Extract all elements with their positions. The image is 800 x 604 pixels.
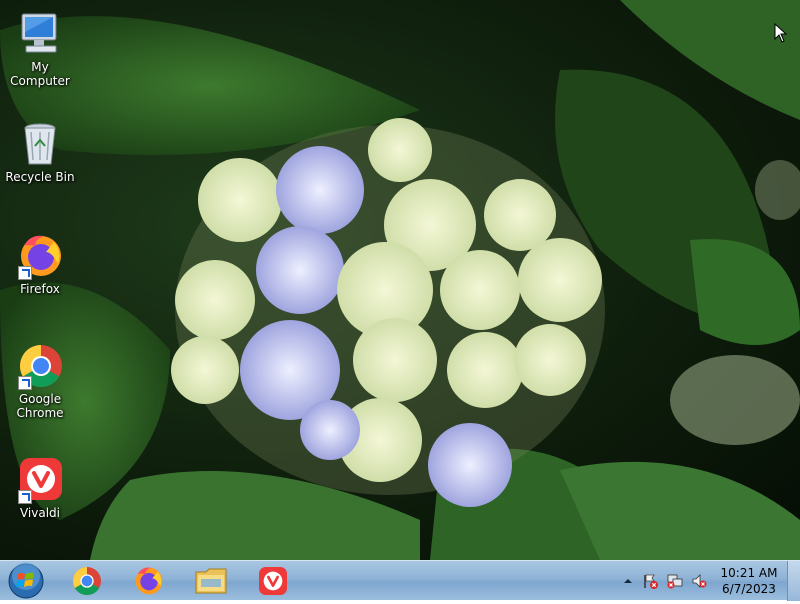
taskbar-firefox-button[interactable] — [123, 563, 175, 599]
firefox-icon — [16, 232, 64, 280]
taskbar: 10:21 AM 6/7/2023 — [0, 560, 800, 601]
show-hidden-icons-chevron[interactable] — [620, 573, 636, 589]
start-button[interactable] — [6, 562, 46, 600]
recycle-bin-icon — [16, 120, 64, 168]
chrome-icon — [72, 567, 101, 596]
taskbar-clock[interactable]: 10:21 AM 6/7/2023 — [714, 565, 784, 597]
chrome-icon — [16, 342, 64, 390]
mouse-pointer-icon — [774, 23, 788, 43]
shortcut-arrow-icon — [18, 266, 32, 280]
network-disconnected-icon[interactable] — [667, 573, 683, 589]
file-explorer-icon — [195, 568, 227, 594]
desktop-icon-label: Vivaldi — [19, 506, 61, 520]
volume-muted-icon[interactable] — [691, 573, 707, 589]
desktop-icon-google-chrome[interactable]: Google Chrome — [2, 342, 78, 420]
desktop-icon-label: My Computer — [10, 60, 70, 88]
action-center-flag-icon[interactable] — [642, 573, 658, 589]
show-desktop-button[interactable] — [787, 561, 800, 601]
desktop-icon-label: Google Chrome — [16, 392, 64, 420]
wallpaper-hydrangea — [0, 0, 800, 560]
desktop-icon-my-computer[interactable]: My Computer — [2, 10, 78, 88]
firefox-icon — [135, 567, 163, 595]
desktop-icon-firefox[interactable]: Firefox — [2, 232, 78, 296]
clock-time: 10:21 AM — [720, 566, 778, 580]
taskbar-file-explorer-button[interactable] — [185, 563, 237, 599]
desktop-icon-label: Recycle Bin — [5, 170, 75, 184]
desktop-icon-label: Firefox — [20, 282, 60, 296]
vivaldi-icon — [259, 567, 287, 595]
taskbar-chrome-button[interactable] — [61, 563, 113, 599]
my-computer-icon — [16, 10, 64, 58]
shortcut-arrow-icon — [18, 490, 32, 504]
desktop-icon-vivaldi[interactable]: Vivaldi — [2, 456, 78, 520]
taskbar-vivaldi-button[interactable] — [247, 563, 299, 599]
desktop-icon-recycle-bin[interactable]: Recycle Bin — [2, 120, 78, 184]
windows-start-orb-icon — [8, 562, 44, 599]
shortcut-arrow-icon — [18, 376, 32, 390]
vivaldi-icon — [16, 456, 64, 504]
clock-date: 6/7/2023 — [722, 582, 776, 596]
desktop[interactable]: My Computer Recycle Bin Firefox Google C… — [0, 0, 800, 560]
